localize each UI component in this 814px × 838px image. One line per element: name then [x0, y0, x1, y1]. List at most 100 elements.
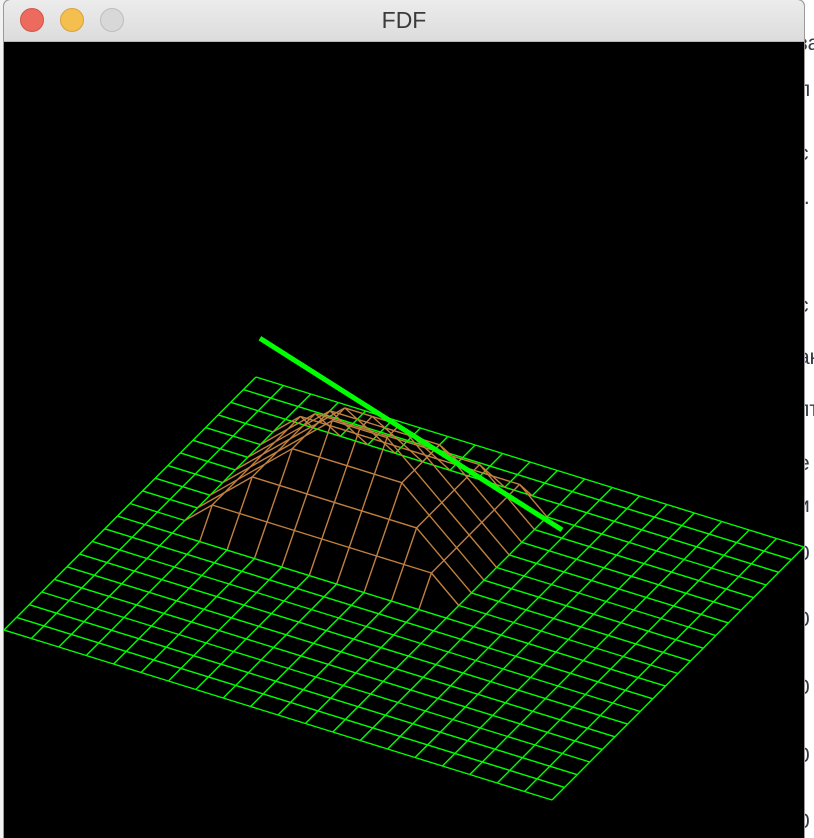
mesh-edge-column [171, 520, 186, 534]
mesh-edge-column [460, 626, 475, 640]
mesh-edge-row [363, 591, 392, 602]
mesh-edge-row [131, 536, 160, 547]
mesh-edge-column [397, 689, 412, 703]
mesh-edge-row [68, 599, 97, 610]
mesh-edge-column [690, 647, 704, 662]
mesh-edge-column [551, 786, 566, 801]
mesh-edge-row [270, 397, 299, 408]
mesh-edge-row [216, 595, 245, 606]
mesh-edge-column [481, 748, 496, 763]
mesh-edge-column [79, 540, 93, 555]
mesh-edge-column [710, 554, 725, 569]
mesh-edge-column [142, 477, 156, 492]
mesh-edge-row [641, 529, 670, 539]
mesh-edge-column [367, 647, 382, 661]
mesh-edge-row [460, 638, 489, 649]
mesh-edge-row [291, 448, 320, 458]
mesh-edge-row [736, 541, 765, 552]
mesh-edge-row [532, 710, 561, 721]
mesh-edge-row [365, 625, 394, 636]
mesh-edge-column [113, 650, 127, 665]
mesh-edge-column [266, 485, 281, 523]
mesh-edge-column [763, 538, 778, 552]
mesh-edge-column [510, 575, 525, 590]
mesh-edge-column [424, 697, 439, 712]
title-bar[interactable]: FDF [4, 0, 804, 42]
mesh-edge-row [305, 722, 334, 733]
mesh-edge-column [138, 625, 152, 640]
mesh-edge-column [281, 530, 296, 568]
mesh-edge-column [567, 626, 582, 640]
mesh-edge-column [481, 509, 495, 523]
mesh-edge-row [98, 642, 127, 653]
mesh-edge-column [494, 736, 509, 750]
mesh-edge-row [725, 588, 754, 599]
mesh-edge-column [273, 634, 287, 648]
mesh-edge-row [71, 633, 100, 644]
mesh-edge-column [620, 609, 635, 624]
mesh-edge-column [765, 571, 780, 586]
mesh-edge-column [559, 491, 573, 505]
mesh-edge-row [603, 567, 632, 577]
mesh-edge-column [547, 719, 561, 733]
mesh-edge-row [336, 583, 365, 594]
mesh-edge-row [456, 547, 485, 581]
mesh-edge-row [580, 626, 609, 637]
mesh-edge-row [168, 680, 197, 691]
mesh-edge-row [279, 484, 308, 495]
mesh-edge-row [361, 510, 390, 521]
mesh-edge-row [650, 664, 679, 675]
mesh-edge-row [134, 570, 163, 581]
mesh-edge-row [140, 671, 169, 682]
mesh-edge-column [698, 567, 712, 582]
mesh-edge-row [713, 601, 742, 611]
mesh-edge-column [207, 663, 222, 678]
mesh-edge-column [500, 622, 515, 636]
mesh-edge-row [266, 521, 295, 532]
mesh-edge-column [572, 694, 586, 708]
mesh-edge-row [468, 534, 498, 568]
mesh-edge-row [711, 567, 740, 578]
mesh-edge-column [527, 630, 542, 645]
mesh-edge-column [492, 702, 506, 716]
mesh-edge-column [355, 659, 369, 674]
mesh-edge-row [245, 422, 274, 433]
mesh-edge-column [456, 534, 470, 549]
mesh-edge-column [633, 596, 647, 611]
mesh-edge-column [660, 605, 675, 619]
mesh-edge-row [399, 735, 428, 746]
mesh-edge-column [194, 460, 209, 475]
mesh-edge-column [582, 647, 597, 662]
mesh-edge-row [574, 524, 603, 535]
mesh-edge-row [121, 583, 150, 593]
mesh-edge-row [83, 621, 112, 631]
mesh-edge-column [612, 689, 626, 704]
mesh-edge-row [608, 634, 637, 645]
mesh-edge-row [186, 553, 215, 564]
mesh-edge-row [616, 554, 645, 565]
mesh-edge-row [418, 608, 447, 619]
mesh-edge-row [427, 744, 456, 755]
mesh-edge-row [493, 509, 523, 543]
mesh-edge-row [296, 587, 325, 598]
mesh-edge-column [180, 655, 195, 669]
mesh-edge-row [214, 562, 243, 572]
mesh-edge-row [721, 520, 750, 531]
mesh-edge-row [138, 638, 167, 648]
mesh-edge-row [125, 650, 154, 661]
mesh-edge-row [319, 456, 348, 467]
mesh-edge-row [776, 537, 804, 548]
mesh-edge-column [380, 634, 395, 649]
mesh-edge-column [298, 609, 312, 623]
mesh-edge-column [340, 638, 355, 653]
mesh-edge-column [464, 693, 479, 708]
mesh-edge-column [353, 626, 367, 640]
mesh-edge-row [639, 495, 668, 506]
mesh-edge-row [530, 676, 559, 687]
mesh-edge-row [542, 664, 571, 674]
mesh-edge-row [243, 604, 272, 615]
mesh-edge-column [235, 672, 249, 686]
mesh-edge-column [685, 580, 700, 594]
mesh-edge-row [628, 541, 657, 552]
mesh-edge-row [4, 629, 32, 640]
